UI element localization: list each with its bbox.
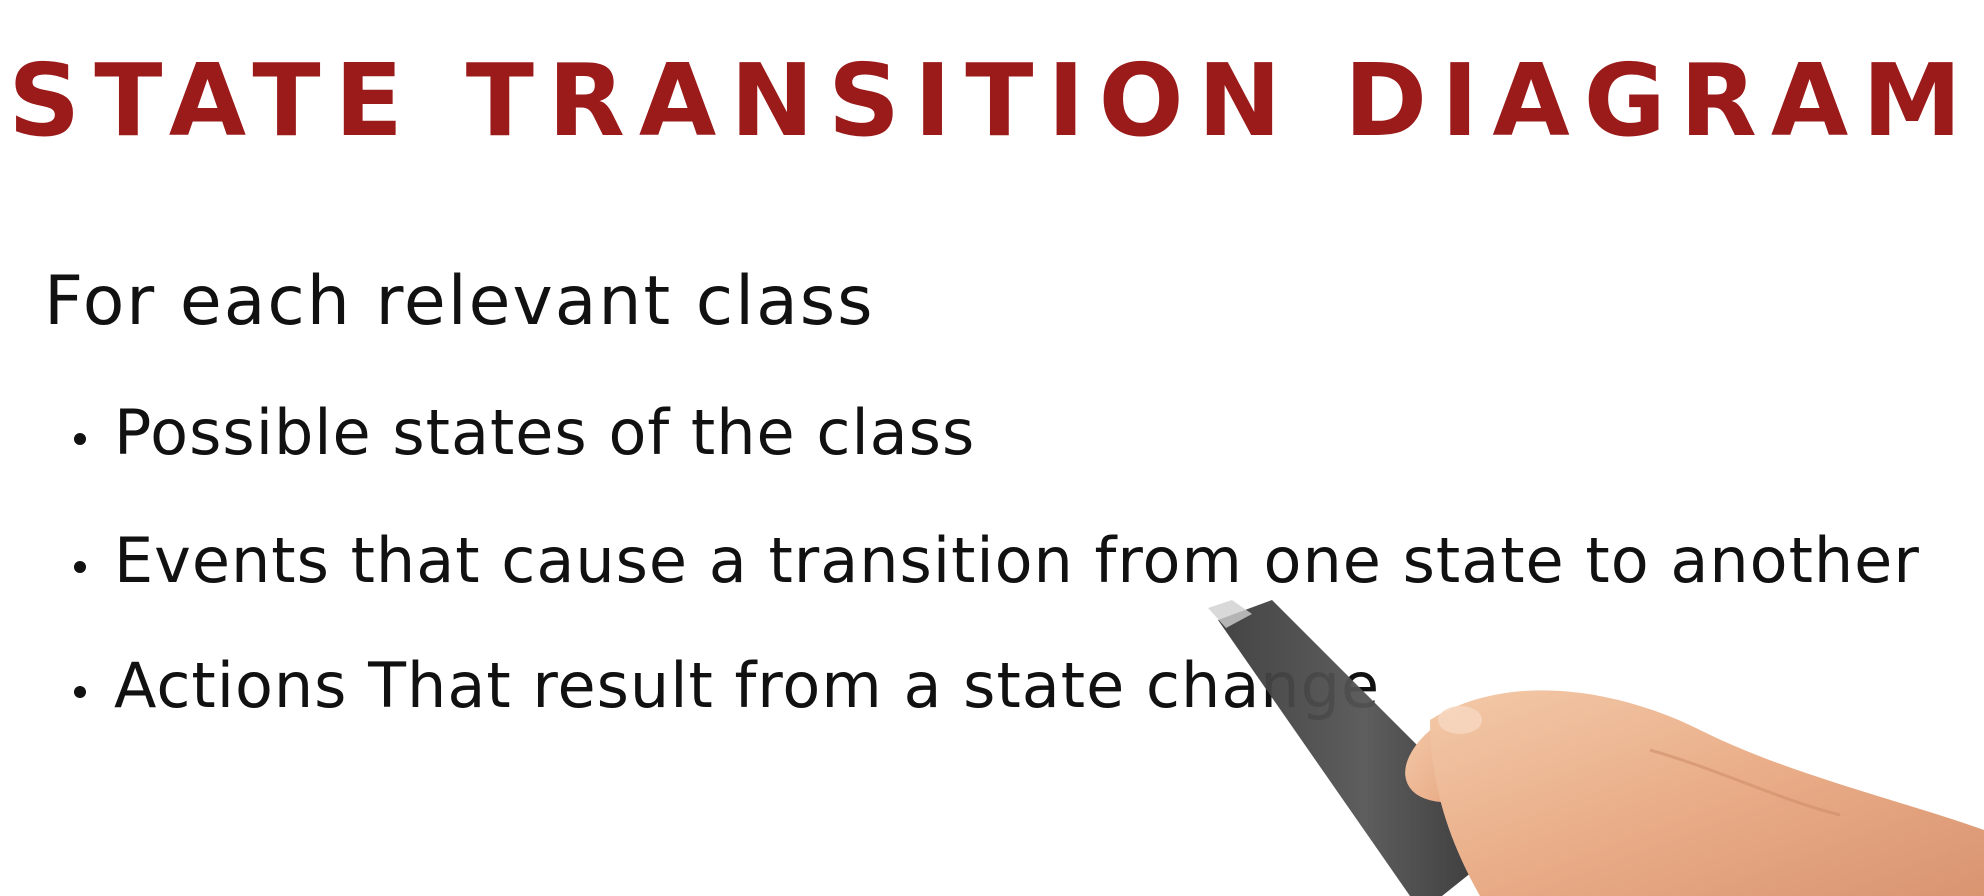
hand-with-marker-icon	[1208, 600, 1984, 896]
bullet-text: Events that cause a transition from one …	[114, 523, 1920, 597]
bullet-item: Events that cause a transition from one …	[74, 520, 1920, 600]
bullet-text: Possible states of the class	[114, 395, 976, 469]
slide-canvas: STATE TRANSITION DIAGRAM For each releva…	[0, 0, 1984, 896]
bullet-dot-icon	[74, 686, 86, 698]
slide-title: STATE TRANSITION DIAGRAM	[8, 42, 1976, 159]
intro-text: For each relevant class	[44, 262, 875, 341]
bullet-dot-icon	[74, 433, 86, 445]
bullet-item: Possible states of the class	[74, 392, 975, 472]
hand-with-marker-image	[1180, 600, 1984, 896]
bullet-dot-icon	[74, 561, 86, 573]
